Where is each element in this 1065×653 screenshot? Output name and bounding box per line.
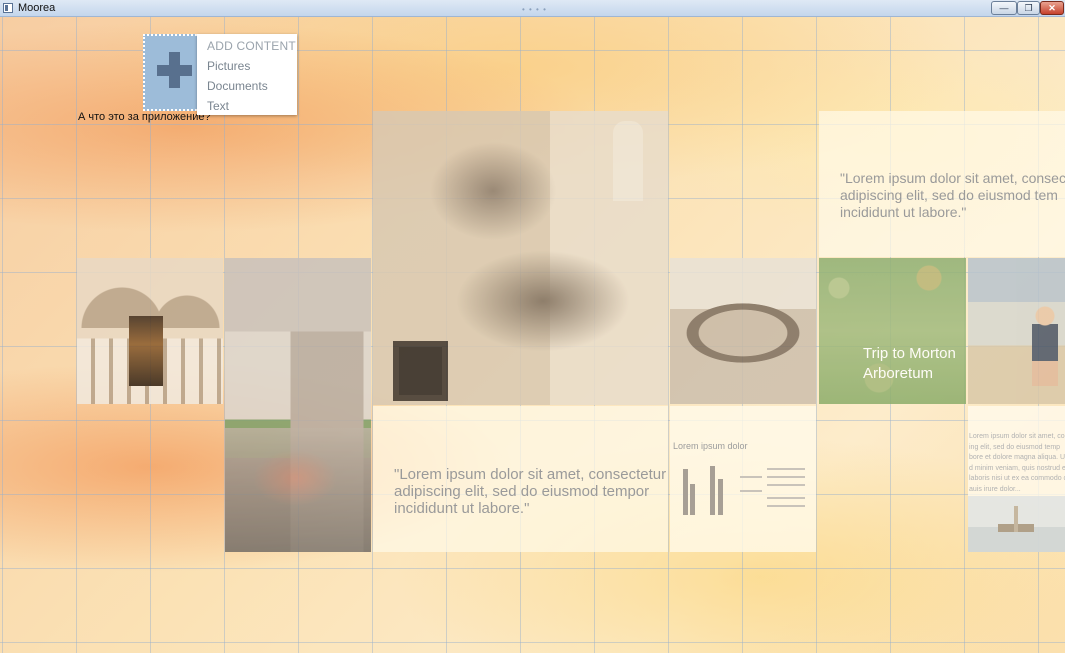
chart-bar <box>690 484 695 515</box>
quote-line: "Lorem ipsum dolor sit amet, consectetur <box>394 466 667 483</box>
quote-tile-middle[interactable]: "Lorem ipsum dolor sit amet, consectetur… <box>373 406 668 552</box>
add-content-menu-header: ADD CONTENT <box>207 39 296 53</box>
quote-line: incididunt ut labore." <box>394 500 530 517</box>
quote-line: adipiscing elit, sed do eiusmod tempor <box>394 483 650 500</box>
chart-legend-line <box>767 497 805 499</box>
minimize-button[interactable]: — <box>991 1 1017 15</box>
document-text-line: Lorem ipsum dolor sit amet, co <box>969 433 1065 440</box>
chart-legend-line <box>740 490 762 492</box>
window-title-bar[interactable]: Moorea • • • • — ❐ ✕ <box>0 0 1065 17</box>
question-text: А что это за приложение? <box>78 111 211 123</box>
chart-tile-title: Lorem ipsum dolor <box>673 441 748 451</box>
document-text-line: laboris nisi ut ex ea commodo c <box>969 475 1065 482</box>
app-window-icon <box>3 3 13 13</box>
board-canvas[interactable]: "Lorem ipsum dolor sit amet, consect adi… <box>0 17 1065 653</box>
chart-legend-line <box>767 476 805 478</box>
photo-tile-splash-park[interactable] <box>225 258 371 552</box>
chart-bar <box>683 469 688 515</box>
plus-icon-horizontal <box>157 65 192 76</box>
chart-legend-line <box>767 505 805 507</box>
document-tile-text[interactable]: Lorem ipsum dolor sit amet, co ing elit,… <box>968 406 1065 552</box>
document-text-line: d minim veniam, quis nostrud exe <box>969 464 1065 472</box>
arboretum-title-line: Trip to Morton <box>863 345 956 362</box>
document-text-line: ing elit, sed do eiusmod temp <box>969 443 1061 451</box>
maximize-button[interactable]: ❐ <box>1017 1 1040 15</box>
document-tile-chart[interactable]: Lorem ipsum dolor <box>670 406 816 552</box>
quote-text: "Lorem ipsum dolor sit amet, consectetur… <box>394 466 666 517</box>
chart-bar <box>718 479 723 515</box>
quote-line: adipiscing elit, sed do eiusmod tem <box>840 187 1058 203</box>
arboretum-title: Trip to Morton Arboretum <box>863 344 956 384</box>
photo-tile-arboretum[interactable]: Trip to Morton Arboretum <box>819 258 966 404</box>
chart-bar <box>710 466 715 515</box>
close-button[interactable]: ✕ <box>1040 1 1064 15</box>
quote-tile-top[interactable]: "Lorem ipsum dolor sit amet, consect adi… <box>819 111 1065 257</box>
photo-tile-museum-hall[interactable] <box>77 258 223 404</box>
document-text-line: bore et dolore magna aliqua. U <box>969 454 1065 461</box>
chart-legend-line <box>767 484 805 486</box>
photo-tile-dinosaur[interactable] <box>373 111 668 405</box>
document-text-line: auis irure dolor... <box>969 485 1021 493</box>
menu-item-pictures[interactable]: Pictures <box>197 56 297 76</box>
chart-legend-line <box>740 476 762 478</box>
ship-image <box>968 496 1065 552</box>
chart-legend-line <box>767 468 805 470</box>
photo-tile-cloud-gate[interactable] <box>670 258 816 404</box>
arboretum-title-line: Arboretum <box>863 365 934 382</box>
grip-icon[interactable]: • • • • <box>522 5 547 14</box>
quote-line: "Lorem ipsum dolor sit amet, consect <box>840 170 1065 186</box>
add-content-menu: ADD CONTENT Pictures Documents Text <box>197 34 297 115</box>
menu-item-documents[interactable]: Documents <box>197 76 297 96</box>
window-title: Moorea <box>18 2 56 14</box>
document-text: Lorem ipsum dolor sit amet, co ing elit,… <box>969 432 1065 495</box>
menu-item-text[interactable]: Text <box>197 96 297 116</box>
add-content-button[interactable] <box>143 34 197 111</box>
quote-text: "Lorem ipsum dolor sit amet, consect adi… <box>840 170 1065 221</box>
quote-line: incididunt ut labore." <box>840 204 967 220</box>
photo-tile-beach[interactable] <box>968 258 1065 404</box>
